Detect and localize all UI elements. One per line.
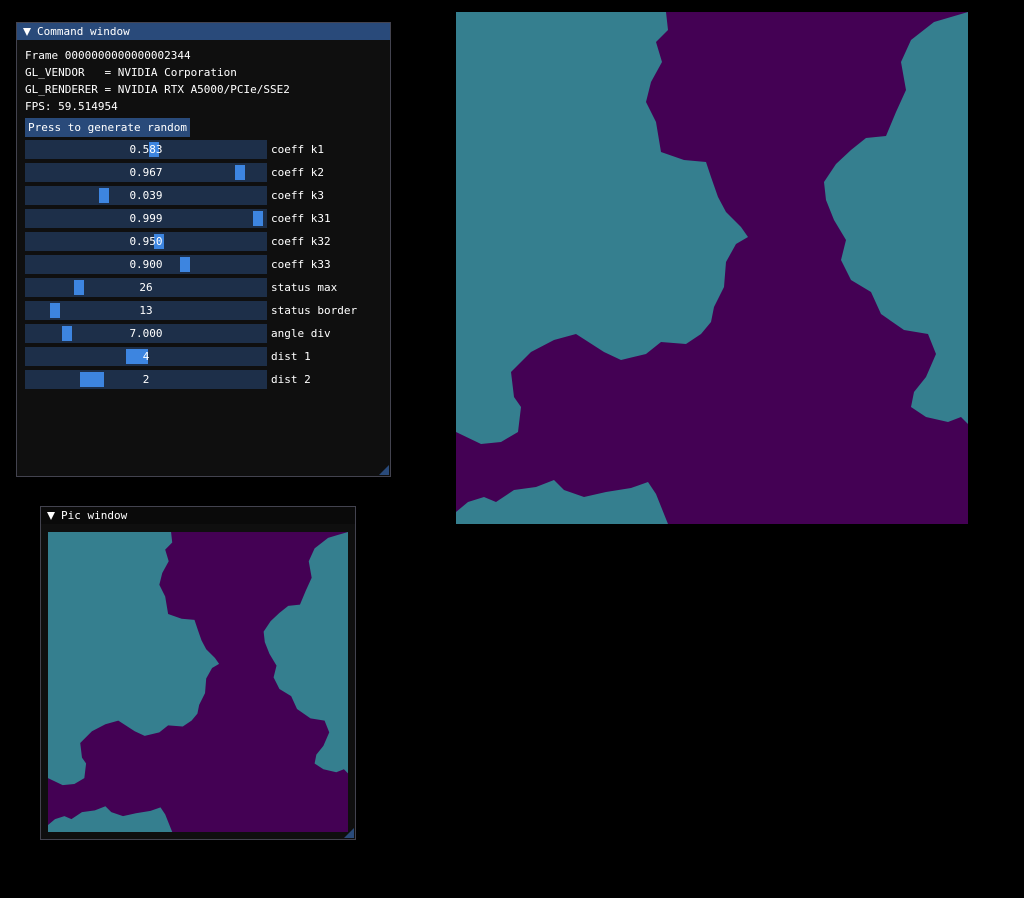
command-window: Command window Frame 0000000000000002344… <box>16 22 391 477</box>
slider-value: 26 <box>139 281 153 294</box>
slider-track[interactable]: 0.583 <box>25 140 267 159</box>
slider-value: 0.967 <box>129 166 163 179</box>
slider-value: 0.039 <box>129 189 163 202</box>
generate-random-button[interactable]: Press to generate random <box>25 118 190 137</box>
slider-value: 0.583 <box>129 143 163 156</box>
resize-grip[interactable] <box>379 465 389 475</box>
gl-renderer: GL_RENDERER = NVIDIA RTX A5000/PCIe/SSE2 <box>25 83 290 96</box>
slider-label: dist 1 <box>271 350 311 363</box>
slider-track[interactable]: 0.967 <box>25 163 267 182</box>
slider-track[interactable]: 4 <box>25 347 267 366</box>
command-window-titlebar[interactable]: Command window <box>17 23 390 40</box>
slider-value: 2 <box>142 373 150 386</box>
slider-track[interactable]: 0.900 <box>25 255 267 274</box>
slider-label: status border <box>271 304 358 317</box>
slider-label: coeff k1 <box>271 143 324 156</box>
slider-label: coeff k33 <box>271 258 331 271</box>
fps-readout: FPS: 59.514954 <box>25 100 118 113</box>
slider-track[interactable]: 0.999 <box>25 209 267 228</box>
pic-window-title: Pic window <box>61 509 128 522</box>
command-window-title: Command window <box>37 25 130 38</box>
slider-track[interactable]: 0.039 <box>25 186 267 205</box>
pic-window: Pic window <box>40 506 356 840</box>
slider-track[interactable]: 0.950 <box>25 232 267 251</box>
resize-grip[interactable] <box>344 828 354 838</box>
slider-value: 0.950 <box>129 235 163 248</box>
slider-value: 0.900 <box>129 258 163 271</box>
slider-label: coeff k31 <box>271 212 331 225</box>
slider-track[interactable]: 13 <box>25 301 267 320</box>
slider-track[interactable]: 7.000 <box>25 324 267 343</box>
slider-value: 13 <box>139 304 153 317</box>
fractal-render <box>456 12 968 524</box>
gl-vendor: GL_VENDOR = NVIDIA Corporation <box>25 66 237 79</box>
frame-counter: Frame 0000000000000002344 <box>25 49 191 62</box>
collapse-arrow-icon[interactable] <box>47 512 55 520</box>
fractal-preview <box>48 532 348 832</box>
slider-track[interactable]: 2 <box>25 370 267 389</box>
slider-value: 0.999 <box>129 212 163 225</box>
slider-label: status max <box>271 281 338 294</box>
pic-window-titlebar[interactable]: Pic window <box>41 507 355 524</box>
slider-label: dist 2 <box>271 373 311 386</box>
slider-label: coeff k32 <box>271 235 331 248</box>
slider-value: 4 <box>142 350 150 363</box>
slider-track[interactable]: 26 <box>25 278 267 297</box>
slider-value: 7.000 <box>129 327 163 340</box>
collapse-arrow-icon[interactable] <box>23 28 31 36</box>
slider-label: coeff k3 <box>271 189 324 202</box>
slider-label: angle div <box>271 327 331 340</box>
slider-label: coeff k2 <box>271 166 324 179</box>
